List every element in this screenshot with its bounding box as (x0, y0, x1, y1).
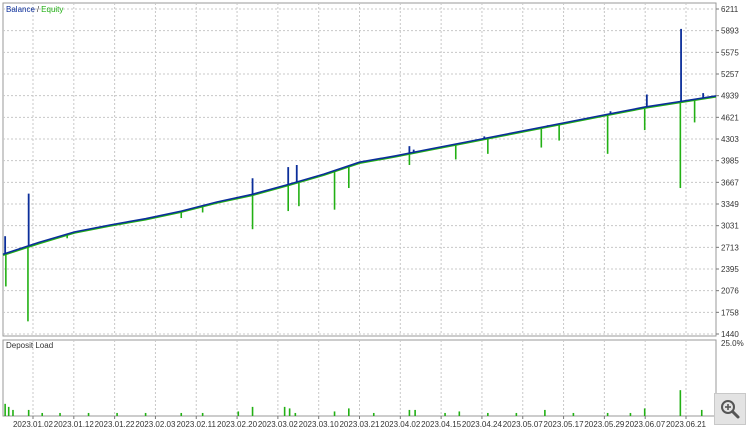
deposit-load-bar (27, 409, 30, 416)
x-tick-label: 2023.04.02 (380, 420, 421, 429)
chart-canvas: 6211 5893 5575 5257 4939 4621 4303 3985 3667 3349… (2, 2, 744, 429)
deposit-load-bar (606, 412, 609, 416)
y-tick-label: 5893 (721, 27, 739, 36)
x-tick-label: 2023.04.15 (421, 420, 462, 429)
deposit-load-bar (572, 412, 575, 416)
y-tick-label: 4621 (721, 113, 739, 122)
x-tick-label: 2023.03.10 (299, 420, 340, 429)
y-tick-label: 2395 (721, 265, 739, 274)
deposit-load-bar (4, 403, 6, 416)
x-tick-label: 2023.01.02 (13, 420, 54, 429)
deposit-load-bar (87, 412, 90, 416)
x-tick-label: 2023.05.07 (503, 420, 544, 429)
y-tick-label: 5257 (721, 70, 739, 79)
deposit-load-bar (444, 412, 446, 416)
deposit-load-bar (348, 408, 350, 416)
deposit-load-bar (458, 411, 461, 416)
bottom-panel: 25.0%0.0% Deposit Load (2, 339, 744, 420)
deposit-load-bar (414, 409, 416, 416)
top-y-axis: 6211 5893 5575 5257 4939 4621 4303 3985 3667 3349… (716, 5, 739, 339)
y-tick-label: 3985 (721, 157, 739, 166)
y-tick-label: 2076 (721, 287, 739, 296)
deposit-load-bar (144, 412, 147, 416)
x-tick-label: 2023.06.07 (625, 420, 666, 429)
legend-balance: Balance (6, 5, 35, 14)
deposit-load-bar (180, 412, 183, 416)
x-axis: 2023.01.02 2023.01.12 2023.01.22 2023.02.03… (13, 416, 707, 429)
x-tick-label: 2023.02.20 (217, 420, 258, 429)
x-tick-label: 2023.05.29 (584, 420, 625, 429)
deposit-load-bar (333, 411, 336, 416)
x-tick-label: 2023.06.21 (666, 420, 707, 429)
legend-equity: Equity (41, 5, 63, 14)
deposit-load-tick-label: 25.0% (721, 339, 744, 348)
zoom-button[interactable] (714, 393, 746, 425)
deposit-load-bar (288, 408, 291, 416)
deposit-load-bar (7, 406, 10, 416)
deposit-load-bar (294, 412, 297, 416)
y-tick-label: 3031 (721, 222, 739, 231)
deposit-load-bar (372, 412, 375, 416)
legend-deposit-load: Deposit Load (6, 341, 53, 350)
y-tick-label: 1758 (721, 308, 739, 317)
x-tick-label: 2023.03.02 (258, 420, 299, 429)
deposit-load-bar (408, 409, 411, 416)
x-tick-label: 2023.03.21 (339, 420, 380, 429)
y-tick-label: 1440 (721, 330, 739, 339)
magnifier-icon (721, 400, 740, 419)
x-tick-label: 2023.01.22 (95, 420, 136, 429)
x-tick-label: 2023.04.24 (462, 420, 503, 429)
deposit-load-bar (251, 406, 254, 416)
x-tick-label: 2023.02.11 (177, 420, 217, 429)
deposit-load-bar (201, 412, 204, 416)
y-tick-label: 4303 (721, 135, 739, 144)
deposit-load-bar (544, 409, 546, 416)
deposit-load-bar (116, 412, 118, 416)
deposit-load-bar (41, 412, 44, 416)
deposit-load-bar (237, 411, 240, 416)
deposit-load-bar (59, 412, 61, 416)
deposit-load-bar (643, 408, 646, 416)
y-tick-label: 4939 (721, 92, 739, 101)
x-tick-label: 2023.02.03 (135, 420, 176, 429)
deposit-load-bar (283, 406, 286, 416)
y-tick-label: 3349 (721, 200, 739, 209)
deposit-load-bar (700, 409, 703, 416)
y-tick-label: 3667 (721, 178, 739, 187)
deposit-load-bar (515, 412, 518, 416)
top-panel: 6211 5893 5575 5257 4939 4621 4303 3985 3667 3349… (2, 2, 739, 339)
x-tick-label: 2023.05.17 (544, 420, 585, 429)
deposit-load-bar (679, 390, 682, 416)
deposit-load-bar (629, 412, 632, 416)
y-tick-label: 2713 (721, 243, 739, 252)
y-tick-label: 6211 (721, 5, 739, 14)
y-tick-label: 5575 (721, 48, 739, 57)
deposit-load-bar (12, 409, 14, 416)
deposit-load-bar (487, 412, 489, 416)
x-tick-label: 2023.01.12 (54, 420, 95, 429)
